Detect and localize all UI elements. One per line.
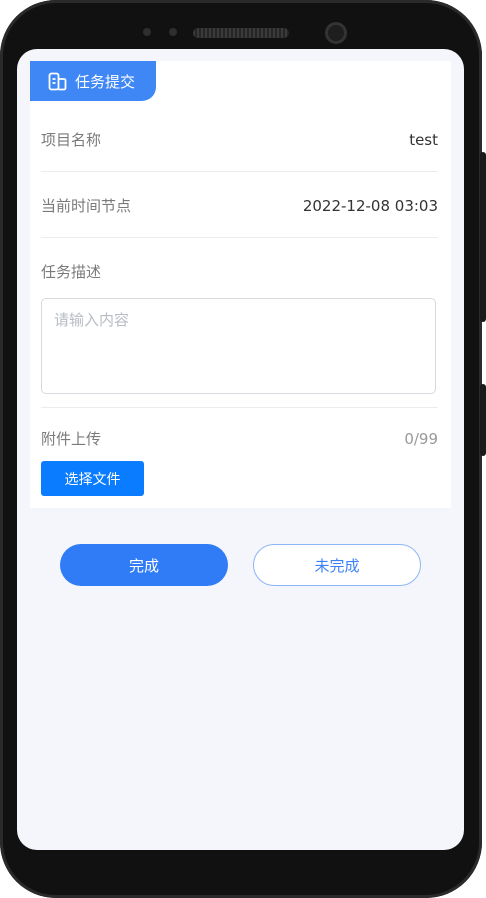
- project-name-value: test: [409, 130, 438, 149]
- description-label: 任务描述: [41, 263, 102, 281]
- screen: 任务提交 项目名称 test 当前时间节点 2022-12-08 03:03 任…: [17, 49, 464, 850]
- card-header: 任务提交: [30, 61, 156, 101]
- attachment-label: 附件上传: [41, 430, 102, 448]
- project-name-label: 项目名称: [41, 131, 102, 149]
- document-icon: [48, 72, 67, 91]
- divider: [41, 407, 438, 408]
- speaker-grill: [193, 28, 289, 38]
- attachment-count: 0/99: [404, 429, 438, 448]
- project-name-row: 项目名称 test: [41, 129, 438, 150]
- front-camera-icon: [325, 22, 347, 44]
- page-title: 任务提交: [75, 72, 136, 91]
- task-card: 任务提交 项目名称 test 当前时间节点 2022-12-08 03:03 任…: [30, 61, 451, 508]
- done-button[interactable]: 完成: [60, 544, 228, 586]
- divider: [41, 171, 438, 172]
- choose-file-button[interactable]: 选择文件: [41, 461, 144, 496]
- undone-button[interactable]: 未完成: [253, 544, 421, 586]
- divider: [41, 237, 438, 238]
- attachment-row: 附件上传 0/99: [41, 428, 438, 449]
- sensor-dot: [169, 28, 177, 36]
- time-node-label: 当前时间节点: [41, 197, 132, 215]
- phone-frame: 任务提交 项目名称 test 当前时间节点 2022-12-08 03:03 任…: [0, 0, 482, 898]
- sensor-dot: [143, 28, 151, 36]
- time-node-row: 当前时间节点 2022-12-08 03:03: [41, 195, 438, 216]
- time-node-value: 2022-12-08 03:03: [302, 196, 438, 215]
- description-input[interactable]: [41, 298, 436, 394]
- volume-button: [480, 152, 486, 322]
- power-button: [480, 384, 486, 456]
